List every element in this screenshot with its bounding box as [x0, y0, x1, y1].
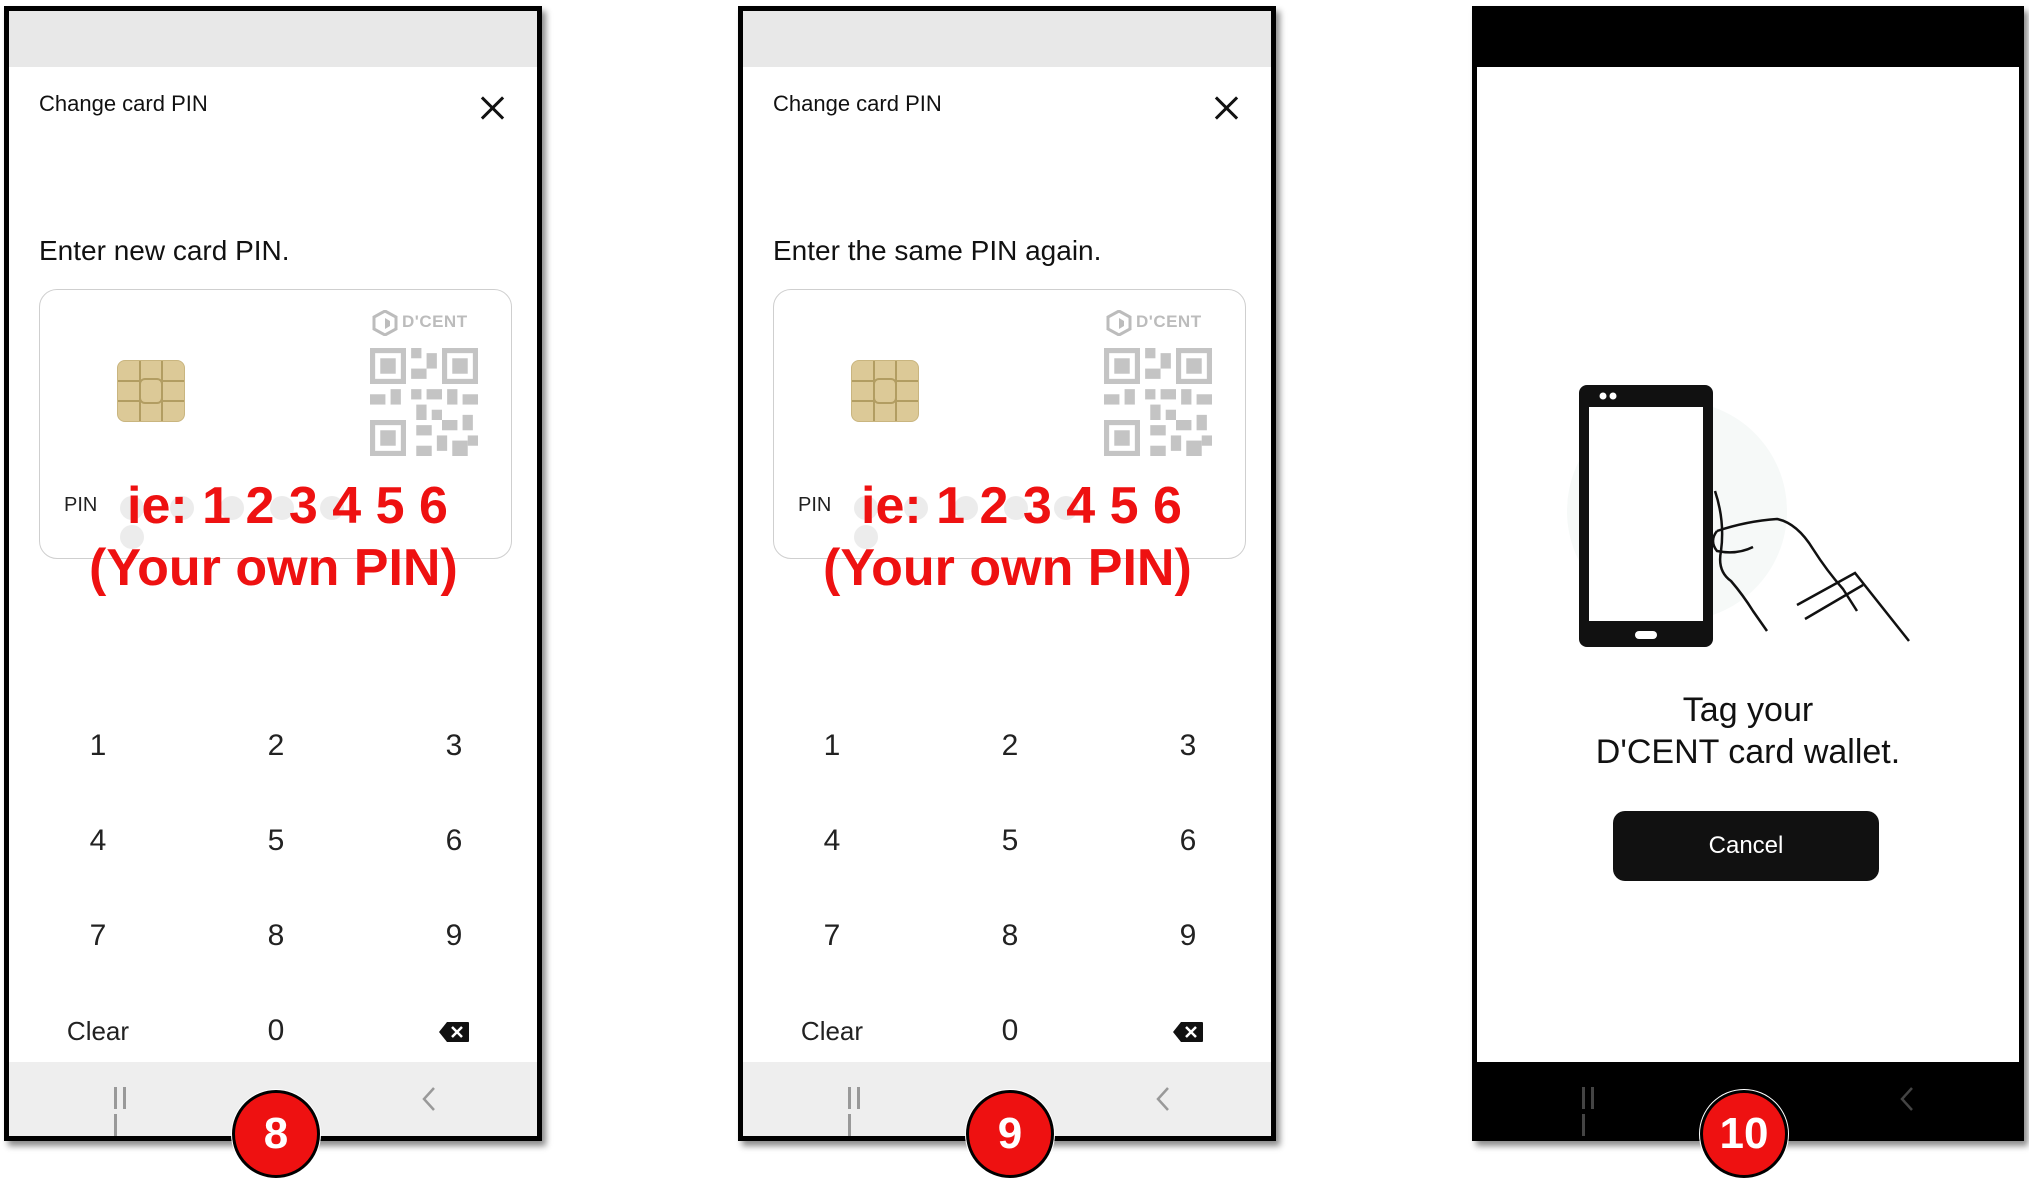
key-3[interactable]: 3 — [365, 701, 537, 791]
key-9[interactable]: 9 — [365, 891, 537, 981]
sim-chip-icon — [851, 360, 919, 422]
tag-line-1: Tag your — [1682, 691, 1814, 729]
logo-text: D'CENT — [1136, 312, 1202, 331]
key-4[interactable]: 4 — [9, 796, 187, 886]
close-icon[interactable] — [479, 95, 505, 121]
key-5[interactable]: 5 — [187, 796, 365, 886]
dcent-logo-icon: D'CENT — [1106, 306, 1218, 338]
tag-instruction: Tag your D'CENT card wallet. — [1477, 689, 2019, 773]
qr-code-icon — [1104, 348, 1212, 456]
key-2[interactable]: 2 — [921, 701, 1099, 791]
backspace-icon — [1173, 1022, 1203, 1043]
pin-label: PIN — [64, 494, 98, 516]
key-3[interactable]: 3 — [1099, 701, 1271, 791]
key-8[interactable]: 8 — [187, 891, 365, 981]
back-icon[interactable] — [419, 1086, 439, 1112]
own-pin-annotation: (Your own PIN) — [823, 539, 1192, 597]
key-7[interactable]: 7 — [743, 891, 921, 981]
status-bar — [9, 11, 537, 67]
phone-tap-icon — [1567, 385, 1910, 647]
tag-line-2: D'CENT card wallet. — [1595, 733, 1901, 771]
number-keypad: 1 2 3 4 5 6 7 8 9 Clear 0 — [9, 701, 537, 1081]
status-bar — [743, 11, 1271, 67]
logo-text: D'CENT — [402, 312, 468, 331]
key-9[interactable]: 9 — [1099, 891, 1271, 981]
key-8[interactable]: 8 — [921, 891, 1099, 981]
sim-chip-icon — [117, 360, 185, 422]
example-pin-annotation: ie: 1 2 3 4 5 6 — [861, 477, 1182, 535]
number-keypad: 1 2 3 4 5 6 7 8 9 Clear 0 — [743, 701, 1271, 1081]
page-title: Change card PIN — [773, 91, 942, 116]
dcent-logo-icon: D'CENT — [372, 306, 484, 338]
step-badge-9: 9 — [966, 1090, 1054, 1178]
phone-screen-tag-card: Tag your D'CENT card wallet. Cancel — [1472, 6, 2024, 1141]
back-icon[interactable] — [1897, 1086, 1917, 1112]
own-pin-annotation: (Your own PIN) — [89, 539, 458, 597]
instruction-text: Enter new card PIN. — [39, 235, 290, 266]
phone-screen-confirm-pin: Change card PIN Enter the same PIN again… — [738, 6, 1276, 1141]
key-6[interactable]: 6 — [365, 796, 537, 886]
key-2[interactable]: 2 — [187, 701, 365, 791]
page-title: Change card PIN — [39, 91, 208, 116]
example-pin-annotation: ie: 1 2 3 4 5 6 — [127, 477, 448, 535]
key-1[interactable]: 1 — [743, 701, 921, 791]
close-icon[interactable] — [1213, 95, 1239, 121]
key-7[interactable]: 7 — [9, 891, 187, 981]
back-icon[interactable] — [1153, 1086, 1173, 1112]
key-6[interactable]: 6 — [1099, 796, 1271, 886]
phone-screen-new-pin: Change card PIN Enter new card PIN. D'CE… — [4, 6, 542, 1141]
key-4[interactable]: 4 — [743, 796, 921, 886]
step-badge-8: 8 — [232, 1090, 320, 1178]
key-5[interactable]: 5 — [921, 796, 1099, 886]
recents-icon[interactable] — [848, 1087, 874, 1136]
status-bar — [1477, 11, 2019, 67]
recents-icon[interactable] — [1582, 1087, 1608, 1136]
pin-label: PIN — [798, 494, 832, 516]
qr-code-icon — [370, 348, 478, 456]
backspace-icon — [439, 1022, 469, 1043]
instruction-text: Enter the same PIN again. — [773, 235, 1102, 266]
recents-icon[interactable] — [114, 1087, 140, 1136]
key-1[interactable]: 1 — [9, 701, 187, 791]
step-badge-10: 10 — [1700, 1090, 1788, 1178]
cancel-button[interactable]: Cancel — [1613, 811, 1879, 881]
